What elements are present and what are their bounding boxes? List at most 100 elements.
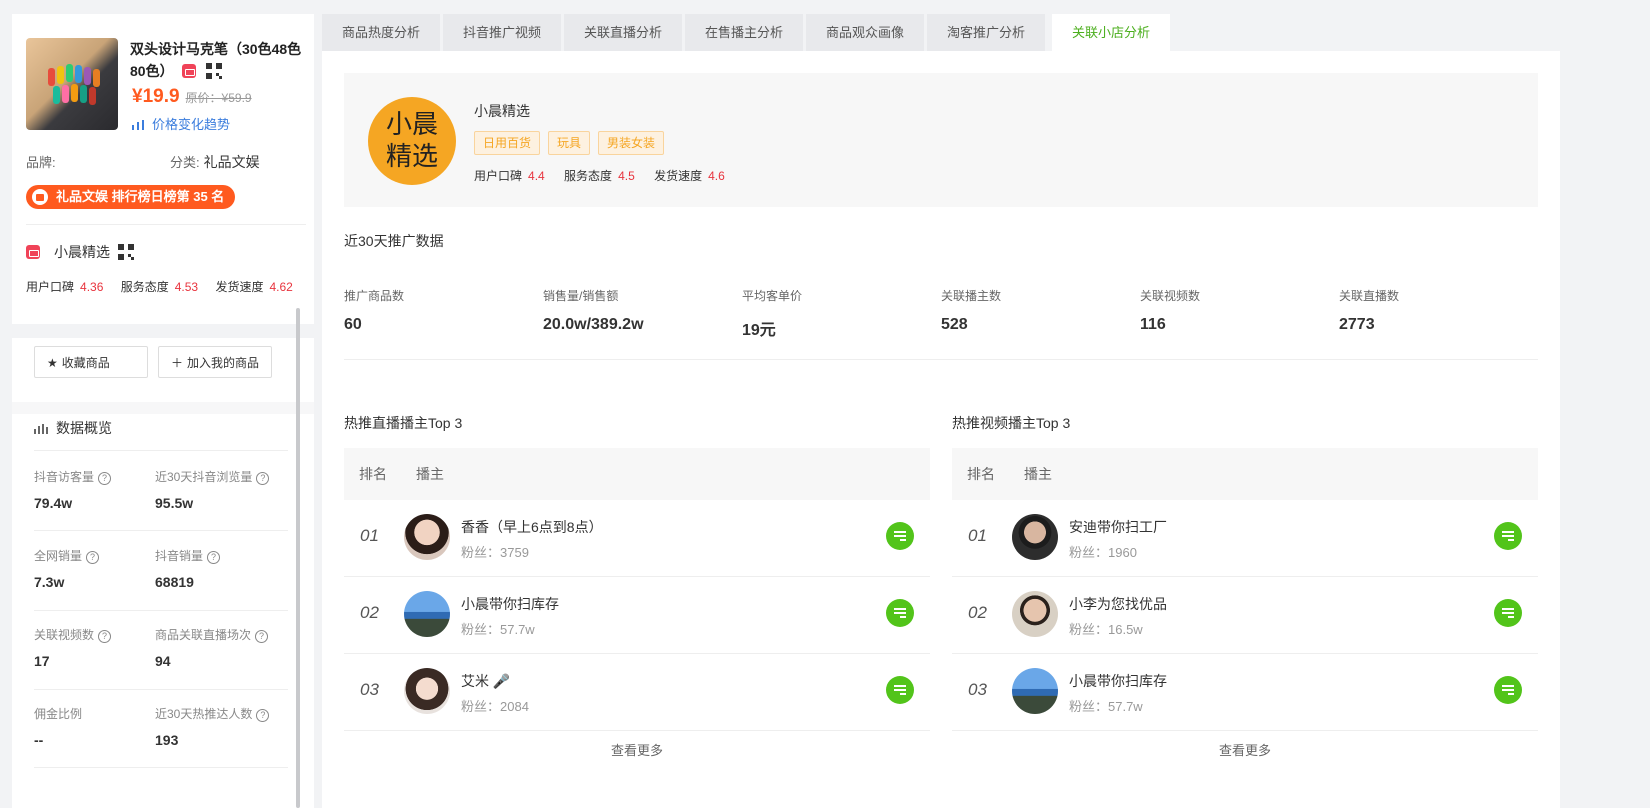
help-icon[interactable]: ? bbox=[256, 709, 270, 722]
stat-related-videos: 关联视频数? 17 bbox=[34, 626, 112, 669]
qr-code-icon[interactable] bbox=[118, 244, 134, 260]
video-top-title: 热推视频播主Top 3 bbox=[952, 415, 1071, 431]
host-name[interactable]: 小晨带你扫库存 bbox=[1069, 671, 1167, 691]
rank-badge[interactable]: 礼品文娱 排行榜日榜第 35 名 bbox=[26, 185, 236, 209]
shop-scores: 用户口碑 4.4 服务态度 4.5 发货速度 4.6 bbox=[474, 167, 741, 184]
fans-count: 粉丝：3759 bbox=[461, 545, 529, 560]
metric-value: 19元 bbox=[742, 322, 776, 339]
shop-name[interactable]: 小晨精选 bbox=[474, 101, 530, 121]
detail-list-icon[interactable] bbox=[886, 599, 914, 627]
stat-commission: 佣金比例 -- bbox=[34, 705, 82, 748]
tab-douyin-videos[interactable]: 抖音推广视频 bbox=[443, 14, 561, 51]
avatar[interactable] bbox=[404, 591, 450, 637]
favorite-button[interactable]: ★ 收藏商品 bbox=[34, 346, 148, 378]
video-top-table: 排名 播主 01 安迪带你扫工厂 粉丝：1960 02 小李为您找优品 粉丝：1… bbox=[952, 448, 1538, 771]
tab-seller-analysis[interactable]: 在售播主分析 bbox=[685, 14, 803, 51]
tab-audience-profile[interactable]: 商品观众画像 bbox=[806, 14, 924, 51]
metric-avg-price: 平均客单价 19元 bbox=[742, 287, 802, 340]
view-more-link[interactable]: 查看更多 bbox=[344, 731, 930, 771]
help-icon[interactable]: ? bbox=[207, 551, 221, 564]
stat-douyin-sales: 抖音销量? 68819 bbox=[155, 547, 221, 590]
detail-list-icon[interactable] bbox=[1494, 599, 1522, 627]
metric-label: 关联播主数 bbox=[941, 289, 1002, 303]
stat-value: -- bbox=[34, 732, 44, 748]
host-name[interactable]: 安迪带你扫工厂 bbox=[1069, 517, 1167, 537]
table-row[interactable]: 02 小晨带你扫库存 粉丝：57.7w bbox=[344, 577, 930, 654]
live-top-title: 热推直播播主Top 3 bbox=[344, 415, 463, 431]
host-name[interactable]: 香香（早上6点到8点） bbox=[461, 517, 603, 537]
avatar[interactable] bbox=[404, 514, 450, 560]
stat-label: 全网销量 bbox=[34, 549, 83, 563]
shop-logo-line: 精选 bbox=[385, 142, 438, 172]
table-row[interactable]: 03 小晨带你扫库存 粉丝：57.7w bbox=[952, 654, 1538, 731]
shop-logo[interactable]: 小晨 精选 bbox=[368, 97, 456, 185]
avatar[interactable] bbox=[1012, 668, 1058, 714]
divider bbox=[34, 530, 288, 531]
score-label: 服务态度 bbox=[120, 280, 169, 294]
help-icon[interactable]: ? bbox=[255, 630, 269, 643]
help-icon[interactable]: ? bbox=[256, 472, 270, 485]
product-title[interactable]: 双头设计马克笔（30色48色80色） bbox=[130, 38, 302, 82]
price-trend-link[interactable]: 价格变化趋势 bbox=[132, 114, 230, 133]
product-sidebar: 双头设计马克笔（30色48色80色） ¥19.9 原价：¥59.9 价格变化趋势 … bbox=[12, 14, 314, 808]
qr-code-icon[interactable] bbox=[205, 63, 222, 79]
add-to-my-products-button[interactable]: ＋加入我的商品 bbox=[158, 346, 272, 378]
host-name[interactable]: 小李为您找优品 bbox=[1069, 594, 1167, 614]
metric-value: 60 bbox=[344, 316, 362, 333]
fans-count: 粉丝：57.7w bbox=[1069, 699, 1143, 714]
shop-icon[interactable] bbox=[181, 64, 196, 78]
tab-taoke-analysis[interactable]: 淘客推广分析 bbox=[927, 14, 1045, 51]
tab-live-analysis[interactable]: 关联直播分析 bbox=[564, 14, 682, 51]
sidebar-scrollbar[interactable] bbox=[296, 308, 300, 808]
stat-total-sales: 全网销量? 7.3w bbox=[34, 547, 100, 590]
table-row[interactable]: 03 艾米 🎤 粉丝：2084 bbox=[344, 654, 930, 731]
stat-label: 抖音访客量 bbox=[34, 470, 95, 484]
help-icon[interactable]: ? bbox=[98, 630, 112, 643]
stat-label: 关联视频数 bbox=[34, 628, 95, 642]
rank-badge-text: 礼品文娱 排行榜日榜第 35 名 bbox=[56, 189, 225, 204]
rank-number: 03 bbox=[360, 680, 379, 699]
detail-list-icon[interactable] bbox=[886, 522, 914, 550]
metric-value: 2773 bbox=[1339, 316, 1375, 333]
score-value: 4.4 bbox=[528, 169, 545, 183]
avatar[interactable] bbox=[1012, 514, 1058, 560]
add-mine-label: 加入我的商品 bbox=[187, 356, 260, 370]
tab-product-heat[interactable]: 商品热度分析 bbox=[322, 14, 440, 51]
help-icon[interactable]: ? bbox=[98, 472, 112, 485]
score-value: 4.62 bbox=[269, 280, 293, 294]
product-image[interactable] bbox=[26, 38, 118, 130]
shop-tags: 日用百货 玩具 男装女装 bbox=[474, 131, 672, 155]
detail-list-icon[interactable] bbox=[1494, 676, 1522, 704]
promo-section-title: 近30天推广数据 bbox=[344, 233, 444, 249]
shop-tag: 男装女装 bbox=[598, 131, 665, 155]
help-icon[interactable]: ? bbox=[86, 551, 100, 564]
divider bbox=[34, 767, 288, 768]
detail-list-icon[interactable] bbox=[1494, 522, 1522, 550]
shop-link[interactable]: 小晨精选 bbox=[26, 242, 134, 262]
score-value: 4.6 bbox=[708, 169, 725, 183]
stat-30d-views: 近30天抖音浏览量? 95.5w bbox=[155, 468, 270, 511]
table-row[interactable]: 01 香香（早上6点到8点） 粉丝：3759 bbox=[344, 500, 930, 577]
table-row[interactable]: 02 小李为您找优品 粉丝：16.5w bbox=[952, 577, 1538, 654]
metric-label: 平均客单价 bbox=[742, 289, 803, 303]
stat-value: 193 bbox=[155, 732, 179, 748]
rank-number: 01 bbox=[360, 526, 379, 545]
divider bbox=[34, 610, 288, 611]
tab-related-shop[interactable]: 关联小店分析 bbox=[1052, 14, 1170, 52]
view-more-link[interactable]: 查看更多 bbox=[952, 731, 1538, 771]
host-name[interactable]: 小晨带你扫库存 bbox=[461, 594, 559, 614]
detail-list-icon[interactable] bbox=[886, 676, 914, 704]
trend-chart-icon bbox=[132, 120, 144, 130]
avatar[interactable] bbox=[1012, 591, 1058, 637]
avatar[interactable] bbox=[404, 668, 450, 714]
table-row[interactable]: 01 安迪带你扫工厂 粉丝：1960 bbox=[952, 500, 1538, 577]
category-value: 礼品文娱 bbox=[203, 154, 260, 170]
stat-value: 68819 bbox=[155, 574, 194, 590]
metric-related-lives: 关联直播数 2773 bbox=[1339, 287, 1399, 334]
current-price: ¥19.9 bbox=[132, 86, 180, 107]
plus-icon: ＋ bbox=[171, 356, 184, 370]
stat-value: 17 bbox=[34, 653, 50, 669]
related-shop-panel: 小晨 精选 小晨精选 日用百货 玩具 男装女装 用户口碑 4.4 服务态度 4.5 发货… bbox=[322, 51, 1560, 808]
host-name[interactable]: 艾米 🎤 bbox=[461, 671, 510, 691]
divider bbox=[34, 450, 288, 451]
